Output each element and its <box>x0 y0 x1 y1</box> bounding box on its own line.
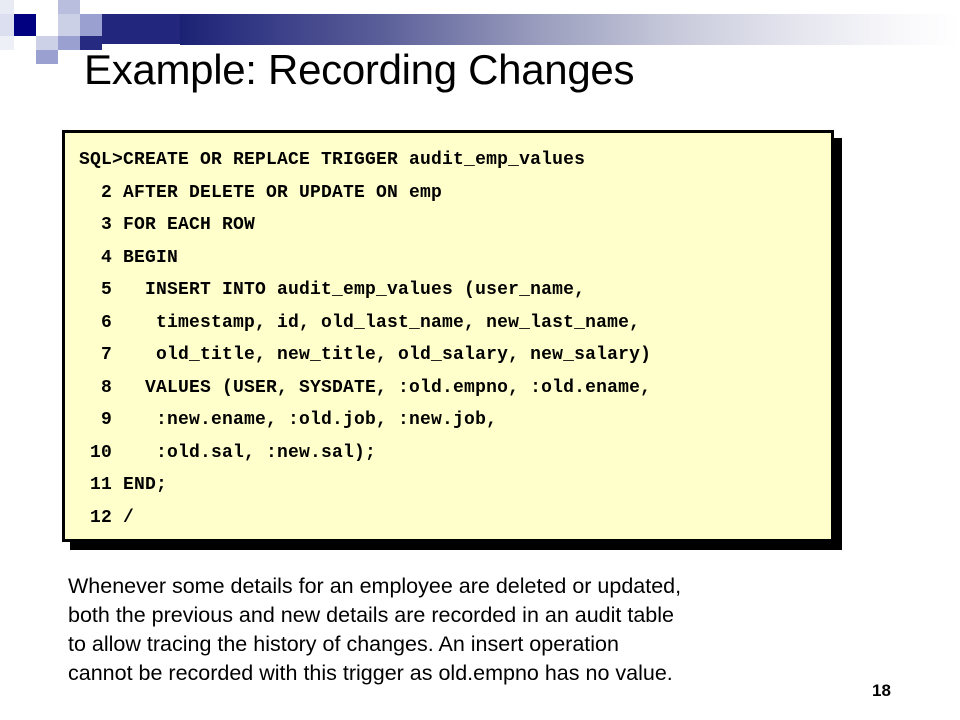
body-line: cannot be recorded with this trigger as … <box>68 661 673 685</box>
code-line: 5 INSERT INTO audit_emp_values (user_nam… <box>79 280 586 300</box>
code-line: 9 :new.ename, :old.job, :new.job, <box>79 410 498 430</box>
body-line: Whenever some details for an employee ar… <box>68 574 682 598</box>
mosaic-square-lavender-3 <box>36 36 58 50</box>
code-line: 12 / <box>79 507 135 528</box>
code-line: SQL>CREATE OR REPLACE TRIGGER audit_emp_… <box>79 150 586 170</box>
mosaic-square-lavender-5 <box>36 50 58 64</box>
mosaic-square-lavender-1 <box>36 0 58 14</box>
mosaic-square-navy-mid <box>80 14 102 36</box>
mosaic-square-lavender-6 <box>58 14 80 36</box>
mosaic-square-navy-edge <box>102 14 180 44</box>
code-line: 3 FOR EACH ROW <box>79 215 256 235</box>
code-line: 6 timestamp, id, old_last_name, new_last… <box>79 312 641 333</box>
code-line: 7 old_title, new_title, old_salary, new_… <box>79 345 652 365</box>
slide-number: 18 <box>872 681 891 700</box>
code-line: 8 VALUES (USER, SYSDATE, :old.empno, :ol… <box>79 377 652 398</box>
code-line: 2 AFTER DELETE OR UPDATE ON emp <box>79 182 443 203</box>
mosaic-square-pale-1 <box>0 0 14 14</box>
mosaic-square-pale-2 <box>0 14 14 36</box>
code-line: 10 :old.sal, :new.sal); <box>79 442 377 463</box>
mosaic-square-navy-dark <box>14 14 36 36</box>
code-line: 11 END; <box>79 475 168 495</box>
code-line: 4 BEGIN <box>79 247 179 268</box>
body-line: to allow tracing the history of changes.… <box>68 632 619 656</box>
body-line: both the previous and new details are re… <box>68 603 674 627</box>
body-paragraph: Whenever some details for an employee ar… <box>68 572 858 688</box>
mosaic-square-pale-3 <box>0 36 14 50</box>
mosaic-square-lavender-2 <box>58 0 80 14</box>
code-block: SQL>CREATE OR REPLACE TRIGGER audit_emp_… <box>62 130 834 542</box>
header-gradient-bar <box>180 14 960 45</box>
page-title: Example: Recording Changes <box>84 46 635 93</box>
mosaic-square-lavender-4 <box>58 36 80 50</box>
